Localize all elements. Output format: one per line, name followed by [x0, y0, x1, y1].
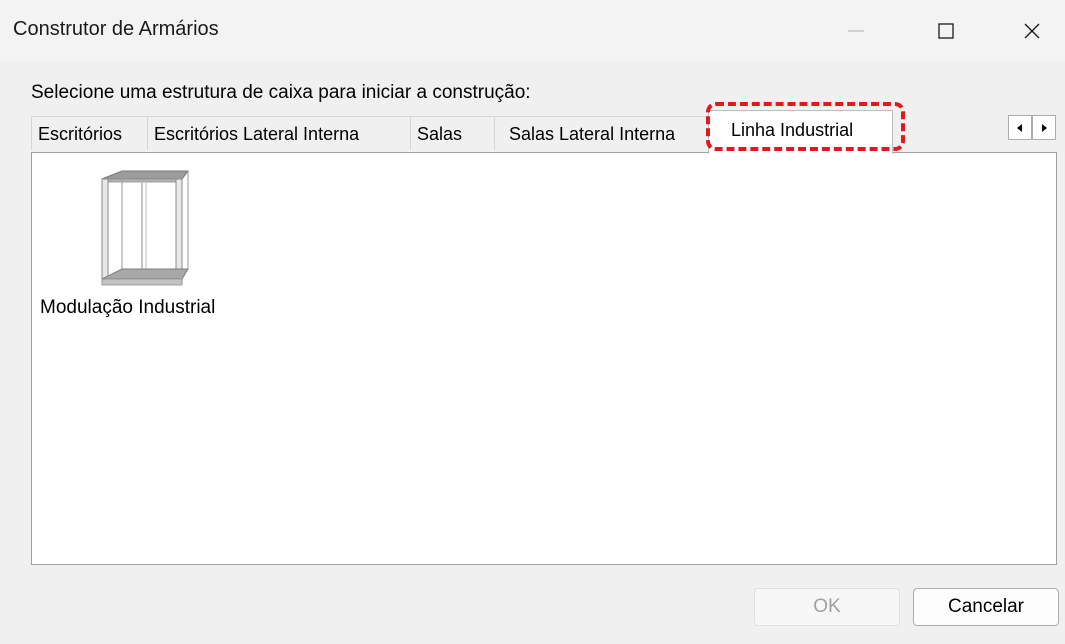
tab-scroll-right-button[interactable]	[1032, 115, 1056, 140]
tab-escritorios[interactable]: Escritórios	[31, 116, 148, 150]
close-button[interactable]	[1002, 0, 1062, 62]
maximize-icon	[938, 23, 954, 39]
arrow-left-icon	[1017, 123, 1022, 132]
tab-linha-industrial[interactable]: Linha Industrial	[708, 110, 893, 154]
minimize-icon	[848, 30, 864, 32]
minimize-button[interactable]	[826, 0, 886, 62]
item-label: Modulação Industrial	[40, 297, 216, 318]
list-item-modulacao-industrial[interactable]: Modulação Industrial	[40, 169, 252, 329]
arrow-right-icon	[1042, 123, 1047, 132]
tab-scroll-left-button[interactable]	[1008, 115, 1032, 140]
close-icon	[1024, 23, 1040, 39]
tab-scroll-buttons	[1008, 115, 1056, 140]
tab-escritorios-lateral-interna[interactable]: Escritórios Lateral Interna	[147, 116, 411, 150]
tab-content-panel: Modulação Industrial	[31, 152, 1057, 565]
window-title: Construtor de Armários	[13, 18, 219, 40]
tab-salas-lateral-interna[interactable]: Salas Lateral Interna	[494, 116, 709, 150]
title-bar: Construtor de Armários	[0, 0, 1065, 62]
tab-salas[interactable]: Salas	[410, 116, 495, 150]
cabinet-icon	[101, 170, 189, 286]
tab-strip: Escritórios Escritórios Lateral Interna …	[31, 110, 1031, 154]
ok-button[interactable]: OK	[754, 588, 900, 626]
instruction-label: Selecione uma estrutura de caixa para in…	[31, 82, 531, 103]
cancel-button[interactable]: Cancelar	[913, 588, 1059, 626]
maximize-button[interactable]	[916, 0, 976, 62]
